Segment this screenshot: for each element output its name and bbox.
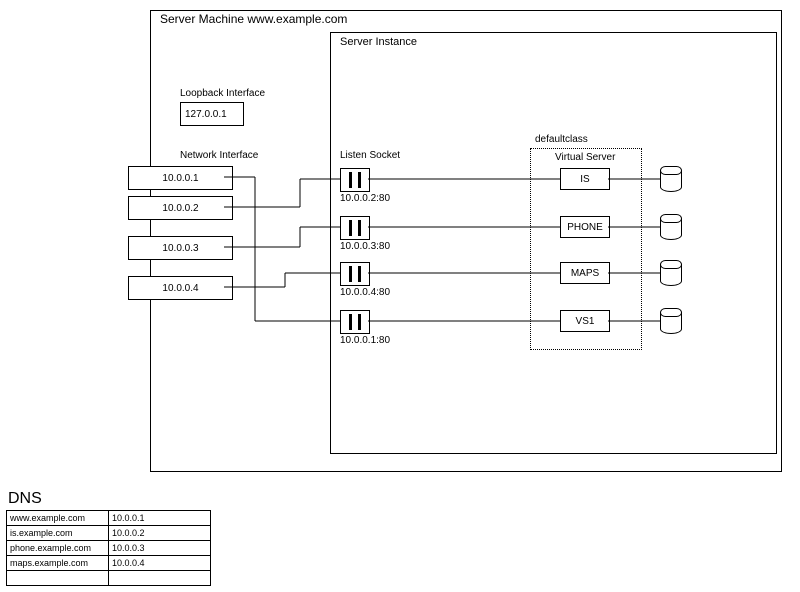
table-row: phone.example.com10.0.0.3	[7, 541, 211, 556]
dns-heading: DNS	[8, 490, 42, 508]
table-row: maps.example.com10.0.0.4	[7, 556, 211, 571]
table-row	[7, 571, 211, 586]
dns-table: www.example.com10.0.0.1 is.example.com10…	[6, 510, 211, 586]
connector-lines	[0, 0, 800, 592]
table-row: is.example.com10.0.0.2	[7, 526, 211, 541]
diagram-stage: Server Machine www.example.com Server In…	[0, 0, 800, 592]
table-row: www.example.com10.0.0.1	[7, 511, 211, 526]
